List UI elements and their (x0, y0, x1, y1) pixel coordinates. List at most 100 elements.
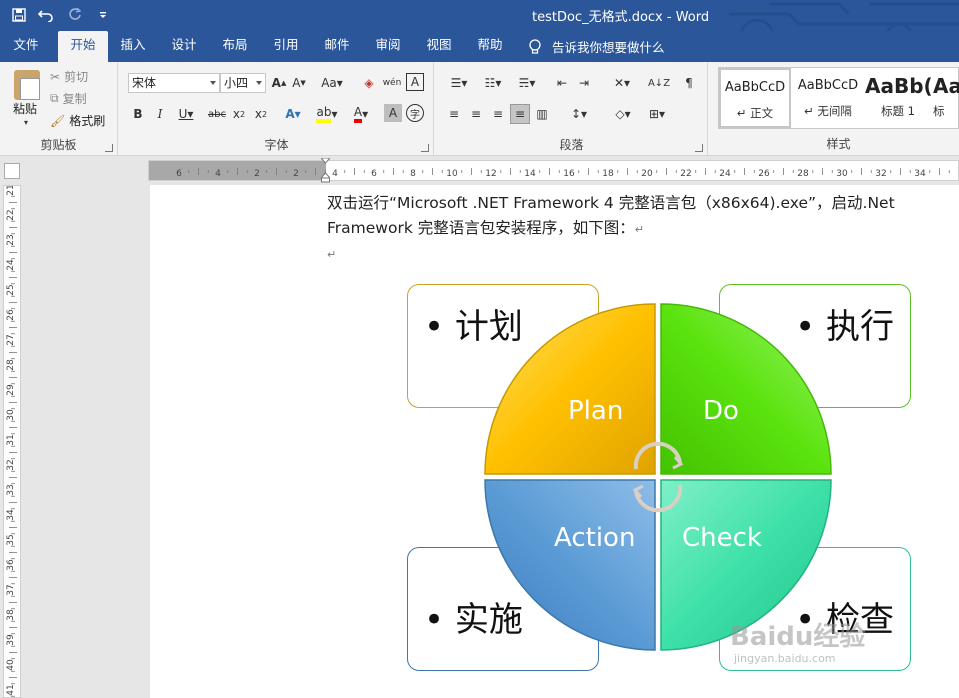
font-color-icon[interactable]: A ▾ (348, 104, 374, 124)
italic-icon[interactable]: I (152, 104, 168, 124)
highlight-icon[interactable]: ab ▾ (314, 104, 340, 124)
subscript-icon[interactable]: x2 (230, 104, 248, 124)
superscript-icon[interactable]: x2 (252, 104, 270, 124)
style-normal[interactable]: AaBbCcD ↵ 正文 (719, 68, 791, 128)
tab-mailings[interactable]: 邮件 (316, 31, 358, 62)
bullets-icon[interactable]: ☰▾ (444, 73, 474, 93)
ruler-v-label: 36 (6, 559, 16, 571)
ruler-v-label: 30 (6, 409, 16, 421)
tab-home[interactable]: 开始 (58, 31, 108, 62)
ruler-h-label: 10 (446, 169, 458, 179)
font-group-label: 字体 (264, 138, 289, 152)
tab-view[interactable]: 视图 (418, 31, 460, 62)
ruler-v-label: 23 (6, 234, 16, 245)
vertical-ruler[interactable]: 21 22 23 24 25 26 27 28 29 30 31 32 33 34 35 36 37 38 39 40… (3, 185, 21, 698)
ruler-v-label: 28 (6, 359, 16, 371)
character-shading-icon[interactable]: A (384, 104, 402, 122)
ruler-v-label: 29 (6, 384, 16, 396)
horizontal-ruler[interactable]: 6 4 2 2 4 6 8 10 12 14 16 18 20 22 24 26 28 30 32 34 (148, 160, 959, 181)
paste-dropdown-icon[interactable]: ▾ (22, 118, 30, 127)
tab-layout[interactable]: 布局 (214, 31, 256, 62)
quadrant-label-check: Check (682, 523, 762, 553)
quadrant-label-plan: Plan (568, 396, 624, 426)
ruler-v-label: 33 (6, 484, 16, 495)
bold-icon[interactable]: B (130, 104, 146, 124)
style-no-spacing[interactable]: AaBbCcD ↵ 无间隔 (793, 68, 863, 128)
align-center-icon[interactable]: ≡ (466, 104, 486, 124)
borders-icon[interactable]: ⊞▾ (642, 104, 672, 124)
ruler-v-label: 21 (6, 186, 16, 196)
phonetic-guide-icon[interactable]: wén (382, 73, 402, 93)
multilevel-list-icon[interactable]: ☴▾ (512, 73, 542, 93)
ruler-v-label: 31 (6, 434, 16, 445)
styles-group-label: 样式 (826, 137, 851, 151)
doc-paragraph-line-2: Framework 完整语言包安装程序，如下图：↵ (327, 219, 644, 237)
tab-review[interactable]: 审阅 (367, 31, 409, 62)
quadrant-label-do: Do (703, 396, 739, 426)
scissors-icon: ✂ (50, 69, 61, 84)
shading-icon[interactable]: ◇▾ (608, 104, 638, 124)
ruler-h-label: 16 (563, 169, 575, 179)
ruler-v-label: 25 (6, 284, 16, 295)
font-name-combo[interactable]: 宋体 (128, 73, 220, 93)
text-effects-icon[interactable]: A▾ (280, 104, 306, 124)
ruler-v-label: 32 (6, 459, 16, 470)
tell-me-box[interactable]: 告诉我你想要做什么 (528, 37, 665, 56)
save-icon[interactable] (8, 4, 30, 26)
align-right-icon[interactable]: ≡ (488, 104, 508, 124)
numbering-icon[interactable]: ☷▾ (478, 73, 508, 93)
style-heading-1[interactable]: AaBb( 标题 1 (865, 68, 931, 128)
strikethrough-icon[interactable]: abc (206, 104, 228, 124)
quadrant-label-action: Action (554, 523, 636, 553)
cut-button[interactable]: ✂ 剪切 (50, 68, 88, 85)
font-size-combo[interactable]: 小四 (220, 73, 266, 93)
copy-button[interactable]: ⧉ 复制 (50, 90, 87, 107)
ruler-v-label: 27 (6, 334, 16, 345)
distributed-icon[interactable]: ▥ (532, 104, 552, 124)
clipboard-launcher-icon[interactable] (105, 144, 113, 152)
tab-selector-icon[interactable] (4, 163, 20, 179)
tab-help[interactable]: 帮助 (469, 31, 511, 62)
ribbon: 粘贴 ▾ ✂ 剪切 ⧉ 复制 🖌 格式刷 剪贴板 宋体 小四 A ▲ A ▼ Aa▾ ◈ … (0, 62, 959, 156)
ruler-h-label: 6 (371, 169, 377, 179)
change-case-icon[interactable]: Aa▾ (318, 73, 346, 93)
align-left-icon[interactable]: ≡ (444, 104, 464, 124)
tab-design[interactable]: 设计 (163, 31, 205, 62)
underline-icon[interactable]: U▾ (174, 104, 198, 124)
clear-format-icon[interactable]: ◈ (360, 73, 378, 93)
redo-icon[interactable] (64, 4, 86, 26)
enclose-character-icon[interactable]: 字 (406, 104, 424, 122)
customize-qat-icon[interactable] (92, 4, 114, 26)
ruler-h-label: 12 (485, 169, 496, 179)
font-launcher-icon[interactable] (421, 144, 429, 152)
sort-icon[interactable]: A↓Z (648, 73, 670, 93)
undo-icon[interactable] (36, 4, 58, 26)
watermark-text: Baidu经验 (730, 622, 866, 652)
format-painter-button[interactable]: 🖌 格式刷 (50, 112, 105, 129)
quick-access-toolbar (8, 4, 114, 26)
grow-font-icon[interactable]: A ▲ (270, 73, 288, 93)
indent-marker-icon[interactable] (319, 157, 332, 183)
ruler-h-label: 22 (680, 169, 691, 179)
ruler-h-label: 34 (914, 169, 926, 179)
quadrant-do (660, 303, 832, 475)
decrease-indent-icon[interactable]: ⇤ (552, 73, 572, 93)
paragraph-launcher-icon[interactable] (695, 144, 703, 152)
document-body[interactable]: 双击运行“Microsoft .NET Framework 4 完整语言包（x8… (327, 191, 959, 267)
character-border-icon[interactable]: A (406, 73, 424, 91)
tab-file[interactable]: 文件 (4, 31, 48, 62)
clipboard-group-label: 剪贴板 (40, 138, 77, 152)
tab-references[interactable]: 引用 (265, 31, 307, 62)
justify-icon[interactable]: ≡ (510, 104, 530, 124)
increase-indent-icon[interactable]: ⇥ (574, 73, 594, 93)
tab-insert[interactable]: 插入 (112, 31, 154, 62)
horizontal-ruler-area: 6 4 2 2 4 6 8 10 12 14 16 18 20 22 24 26 28 30 32 34 (0, 156, 959, 185)
chinese-layout-icon[interactable]: ✕▾ (608, 73, 636, 93)
show-marks-icon[interactable]: ¶ (680, 73, 698, 93)
style-heading-2[interactable]: Aa 标 (933, 68, 959, 128)
ruler-h-label: 28 (797, 169, 809, 179)
line-spacing-icon[interactable]: ↕▾ (564, 104, 594, 124)
paste-icon[interactable] (12, 68, 42, 102)
paste-button[interactable]: 粘贴 (13, 100, 37, 117)
shrink-font-icon[interactable]: A ▼ (290, 73, 308, 93)
